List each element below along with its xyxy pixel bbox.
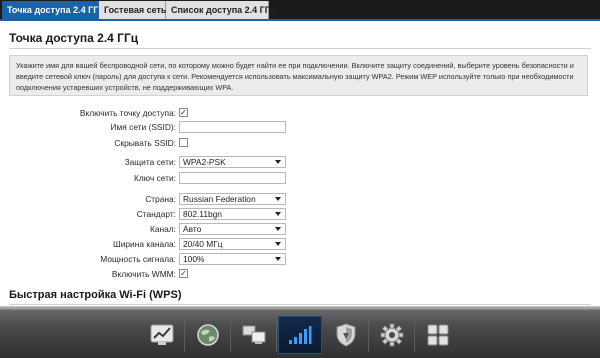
dock-security-button[interactable] [324, 316, 369, 354]
country-select[interactable]: Russian Federation [179, 193, 286, 205]
power-label: Мощность сигнала: [100, 254, 176, 264]
standard-value: 802.11bgn [183, 209, 222, 219]
country-value: Russian Federation [183, 194, 256, 204]
hide-ssid-label: Скрывать SSID: [114, 138, 176, 148]
row-channel: Канал: Авто [0, 223, 600, 237]
chevron-down-icon [275, 212, 281, 216]
row-ssid: Имя сети (SSID): [0, 121, 600, 135]
key-label: Ключ сети: [134, 173, 176, 183]
tab-bar: Точка доступа 2.4 ГГц Гостевая сеть Спис… [0, 0, 600, 19]
wps-section-title: Быстрая настройка Wi-Fi (WPS) [9, 289, 182, 301]
row-security: Защита сети: WPA2-PSK [0, 156, 600, 170]
row-channel-width: Ширина канала: 20/40 МГц [0, 238, 600, 252]
shield-icon [336, 323, 356, 347]
country-label: Страна: [145, 194, 176, 204]
row-country: Страна: Russian Federation [0, 193, 600, 207]
chevron-down-icon [275, 257, 281, 261]
chevron-down-icon [275, 160, 281, 164]
chart-icon [150, 324, 174, 345]
wmm-label: Включить WMM: [111, 269, 176, 279]
page-title: Точка доступа 2.4 ГГц [9, 31, 139, 45]
tab-guest-network[interactable]: Гостевая сеть [99, 1, 166, 19]
chevron-down-icon [275, 197, 281, 201]
wmm-checkbox[interactable]: ✓ [179, 269, 188, 278]
info-note-text: Укажите имя для вашей беспроводной сети,… [16, 61, 574, 92]
channel-label: Канал: [149, 224, 176, 234]
wifi-signal-icon [289, 326, 312, 344]
row-enable-ap: Включить точку доступа: ✓ [0, 107, 600, 121]
row-power: Мощность сигнала: 100% [0, 253, 600, 267]
gear-icon [380, 323, 404, 347]
row-wmm: Включить WMM: ✓ [0, 268, 600, 282]
tab-access-list-24[interactable]: Список доступа 2.4 ГГц [166, 1, 275, 19]
row-hide-ssid: Скрывать SSID: [0, 137, 600, 151]
dock-separator [230, 318, 231, 352]
dock-settings-button[interactable] [370, 316, 415, 354]
channel-width-label: Ширина канала: [113, 239, 176, 249]
dock-home-network-button[interactable] [232, 316, 277, 354]
globe-icon [197, 324, 219, 346]
ssid-input[interactable] [179, 121, 286, 133]
hide-ssid-checkbox[interactable] [179, 138, 188, 147]
enable-ap-checkbox[interactable]: ✓ [179, 108, 188, 117]
security-select[interactable]: WPA2-PSK [179, 156, 286, 168]
tab-access-point-24[interactable]: Точка доступа 2.4 ГГц [2, 1, 104, 19]
dock-internet-button[interactable] [186, 316, 231, 354]
chevron-down-icon [275, 242, 281, 246]
enable-ap-label: Включить точку доступа: [79, 108, 176, 118]
info-note: Укажите имя для вашей беспроводной сети,… [9, 55, 588, 96]
security-label: Защита сети: [124, 157, 176, 167]
channel-select[interactable]: Авто [179, 223, 286, 235]
dock-system-button[interactable] [416, 316, 460, 354]
dock-separator [414, 318, 415, 352]
network-icon [242, 325, 266, 344]
ssid-label: Имя сети (SSID): [110, 122, 177, 132]
standard-label: Стандарт: [136, 209, 176, 219]
dock-separator [368, 318, 369, 352]
dock-separator [276, 318, 277, 352]
standard-select[interactable]: 802.11bgn [179, 208, 286, 220]
channel-width-select[interactable]: 20/40 МГц [179, 238, 286, 250]
channel-value: Авто [183, 224, 202, 234]
apps-icon [427, 324, 449, 346]
row-key: Ключ сети: [0, 172, 600, 186]
wps-divider [9, 304, 591, 305]
power-select[interactable]: 100% [179, 253, 286, 265]
dock-wifi-button[interactable] [278, 316, 322, 354]
chevron-down-icon [275, 227, 281, 231]
title-divider [9, 48, 591, 49]
channel-width-value: 20/40 МГц [183, 239, 223, 249]
dock-monitor-button[interactable] [140, 316, 185, 354]
dock-top-edge [0, 306, 600, 310]
key-input[interactable] [179, 172, 286, 184]
row-standard: Стандарт: 802.11bgn [0, 208, 600, 222]
security-value: WPA2-PSK [183, 157, 226, 167]
tab-underline [0, 19, 600, 21]
dock-separator [184, 318, 185, 352]
power-value: 100% [183, 254, 205, 264]
